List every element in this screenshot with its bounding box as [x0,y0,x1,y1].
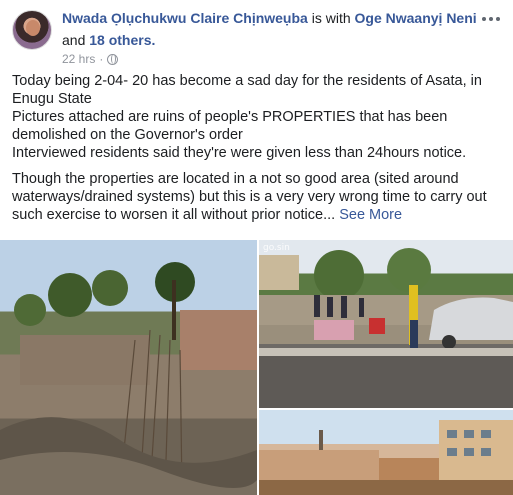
photo-street-scene[interactable]: go.sin [259,240,513,408]
post-text-paragraph-2: Though the properties are located in a n… [12,170,502,224]
post-text-line-1: Today being 2-04- 20 has become a sad da… [12,73,482,107]
post-text-line-3: Interviewed residents said they're were … [12,145,467,161]
photo-buildings[interactable] [259,410,513,495]
header-line-1: Nwada Ọlụchukwu Claire Chịnweụba is with… [62,8,477,28]
post-text-line-4: Though the properties are located in a n… [12,171,487,223]
post-body: Today being 2-04- 20 has become a sad da… [12,72,502,224]
photo-grid: go.sin [0,240,513,495]
timestamp-link[interactable]: 22 hrs [62,52,95,66]
author-name-link[interactable]: Nwada Ọlụchukwu Claire Chịnweụba [62,10,308,26]
globe-icon[interactable] [107,53,119,65]
see-more-link[interactable]: See More [339,207,402,223]
others-link[interactable]: 18 others. [89,32,155,48]
with-text: is with [307,10,355,26]
post-text-line-2: Pictures attached are ruins of people's … [12,109,448,143]
avatar-face [26,20,40,36]
more-options-button[interactable] [481,6,501,27]
header-line-2: and 18 others. [62,30,155,50]
photo-1-illustration [0,262,257,495]
post-meta: 22 hrs · [62,52,119,66]
meta-separator: · [99,52,104,66]
photo-3-illustration [259,420,513,495]
photo-watermark: go.sin [263,243,290,253]
photo-demolished-building[interactable] [0,240,257,495]
post-header: Nwada Ọlụchukwu Claire Chịnweụba is with… [0,0,513,68]
author-avatar[interactable] [12,10,52,50]
photo-2-illustration [259,248,513,408]
more-horizontal-icon [482,17,500,21]
and-text: and [62,32,90,48]
tagged-person-link[interactable]: Oge Nwaanyị Neni [355,10,477,26]
